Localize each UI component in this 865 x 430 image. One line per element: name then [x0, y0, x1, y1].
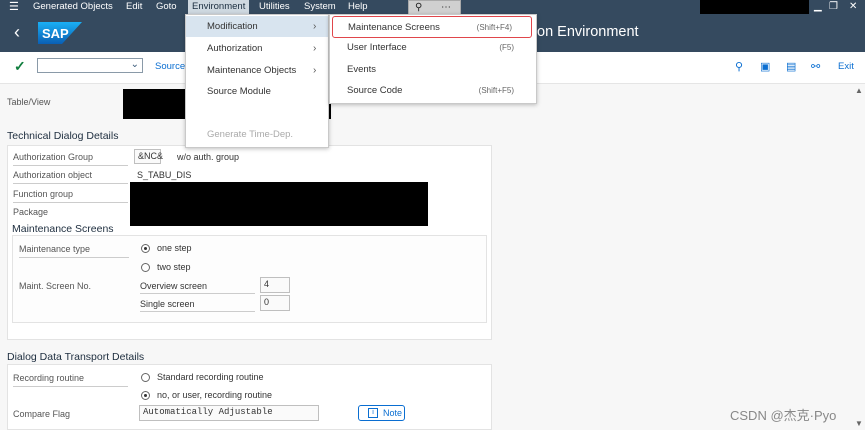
- shortcut-label: (Shift+F5): [478, 86, 514, 95]
- scroll-up-icon[interactable]: ▲: [855, 86, 863, 95]
- menu-item-label: Source Code: [347, 85, 403, 96]
- display-icon[interactable]: ▣: [760, 60, 770, 73]
- two-step-label: two step: [157, 262, 191, 272]
- menu-item-label: User Interface: [347, 42, 407, 53]
- shortcut-label: (F5): [499, 43, 514, 52]
- one-step-label: one step: [157, 243, 192, 253]
- menu-item-label: Maintenance Objects: [207, 65, 297, 76]
- menu-item-generate-time-dep: Generate Time-Dep.: [186, 124, 328, 145]
- menu-item-label: Source Module: [207, 86, 271, 97]
- note-button[interactable]: i Note: [358, 405, 405, 421]
- redacted-area: [700, 0, 809, 14]
- note-label: Note: [383, 408, 403, 418]
- overview-screen-field[interactable]: 4: [260, 277, 290, 293]
- one-step-radio[interactable]: [141, 244, 150, 253]
- divider: [13, 183, 128, 184]
- search-icon[interactable]: ⚲: [735, 60, 743, 73]
- change-icon[interactable]: ▤: [786, 60, 796, 73]
- more-icon[interactable]: ⋯: [441, 2, 451, 13]
- auth-group-field[interactable]: &NC&: [134, 149, 163, 164]
- watermark-text: CSDN @杰克·Pyo: [730, 408, 837, 423]
- chevron-right-icon: ›: [313, 43, 317, 54]
- source-button[interactable]: Source: [155, 61, 185, 72]
- hamburger-menu-icon[interactable]: ☰: [9, 1, 19, 13]
- maximize-icon[interactable]: ❐: [829, 0, 838, 14]
- single-screen-field[interactable]: 0: [260, 295, 290, 311]
- auth-object-value: S_TABU_DIS: [137, 170, 192, 180]
- menu-generated-objects[interactable]: Generated Objects: [33, 1, 113, 13]
- maint-screen-no-label: Maint. Screen No.: [19, 281, 92, 291]
- menu-item-source-code[interactable]: Source Code (Shift+F5): [330, 80, 536, 102]
- divider: [13, 165, 128, 166]
- menu-system[interactable]: System: [304, 1, 336, 13]
- menu-item-source-module[interactable]: Source Module: [186, 81, 328, 102]
- compare-flag-label: Compare Flag: [13, 409, 71, 419]
- zoom-icon[interactable]: ⚲: [415, 2, 422, 13]
- technical-details-title: Technical Dialog Details: [7, 130, 119, 142]
- divider: [13, 202, 128, 203]
- two-step-radio[interactable]: [141, 263, 150, 272]
- menu-item-maintenance-objects[interactable]: Maintenance Objects ›: [186, 60, 328, 81]
- close-icon[interactable]: ✕: [849, 0, 857, 14]
- menu-item-user-interface[interactable]: User Interface (F5): [330, 37, 536, 59]
- environment-menu: Modification › Authorization › Maintenan…: [185, 14, 329, 148]
- divider: [140, 311, 255, 312]
- exit-button[interactable]: Exit: [838, 61, 854, 72]
- overview-screen-label: Overview screen: [140, 281, 208, 291]
- maintenance-type-label: Maintenance type: [19, 244, 91, 254]
- transport-details-title: Dialog Data Transport Details: [7, 351, 145, 363]
- single-screen-label: Single screen: [140, 299, 195, 309]
- menu-item-label: Generate Time-Dep.: [207, 129, 294, 140]
- scroll-down-icon[interactable]: ▼: [855, 419, 863, 428]
- menu-item-label: Authorization: [207, 43, 263, 54]
- user-recording-label: no, or user, recording routine: [157, 390, 273, 400]
- chevron-right-icon: ›: [313, 21, 317, 32]
- standard-recording-radio[interactable]: [141, 373, 150, 382]
- auth-group-label: Authorization Group: [13, 152, 94, 162]
- compare-flag-field[interactable]: Automatically Adjustable: [139, 405, 319, 421]
- maintenance-screens-title: Maintenance Screens: [12, 223, 114, 235]
- where-used-icon[interactable]: ⚯: [811, 60, 820, 73]
- package-label: Package: [13, 207, 49, 217]
- recording-routine-label: Recording routine: [13, 373, 85, 383]
- menu-edit[interactable]: Edit: [126, 1, 142, 13]
- menu-help[interactable]: Help: [348, 1, 368, 13]
- auth-object-label: Authorization object: [13, 170, 93, 180]
- command-field[interactable]: ⌄: [37, 58, 143, 73]
- modification-submenu: Maintenance Screens (Shift+F4) User Inte…: [329, 14, 537, 104]
- auth-group-desc: w/o auth. group: [177, 152, 240, 162]
- chevron-down-icon[interactable]: ⌄: [131, 59, 139, 70]
- divider: [19, 257, 129, 258]
- menu-item-label: Maintenance Screens: [348, 22, 440, 33]
- menu-item-modification[interactable]: Modification ›: [186, 16, 328, 37]
- table-view-label: Table/View: [7, 97, 51, 107]
- page-title: on Environment: [537, 24, 639, 40]
- back-icon[interactable]: ‹: [14, 22, 20, 42]
- menu-goto[interactable]: Goto: [156, 1, 177, 13]
- menu-item-label: Modification: [207, 21, 258, 32]
- menu-item-authorization[interactable]: Authorization ›: [186, 38, 328, 59]
- sap-logo-text: SAP: [42, 26, 69, 41]
- function-group-label: Function group: [13, 189, 74, 199]
- redacted-function-group-package: [130, 182, 428, 226]
- sap-logo: SAP: [38, 22, 82, 44]
- standard-recording-label: Standard recording routine: [157, 372, 264, 382]
- user-recording-radio[interactable]: [141, 391, 150, 400]
- divider: [13, 386, 128, 387]
- menu-environment[interactable]: Environment: [188, 0, 250, 14]
- chevron-right-icon: ›: [313, 65, 317, 76]
- menu-item-maintenance-screens[interactable]: Maintenance Screens (Shift+F4): [332, 16, 532, 38]
- menu-utilities[interactable]: Utilities: [259, 1, 290, 13]
- enter-check-icon[interactable]: ✓: [14, 58, 26, 75]
- minimize-icon[interactable]: ▁: [814, 0, 822, 14]
- info-icon: i: [368, 408, 378, 418]
- menu-item-label: Events: [347, 64, 377, 75]
- shortcut-label: (Shift+F4): [476, 23, 512, 32]
- menu-item-events[interactable]: Events: [330, 59, 536, 81]
- divider: [140, 293, 255, 294]
